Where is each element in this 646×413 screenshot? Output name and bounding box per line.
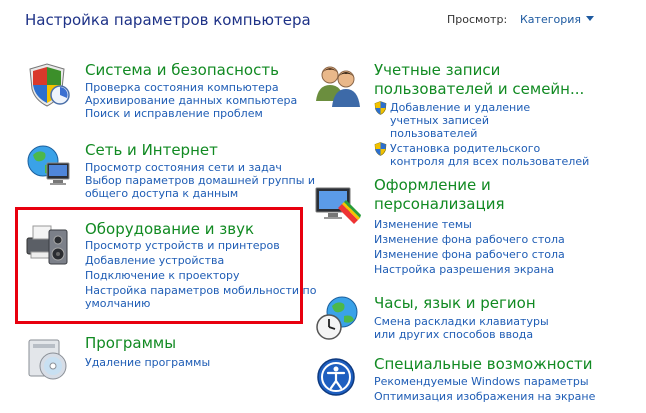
shield-security-icon[interactable]	[25, 61, 73, 109]
link-network-status[interactable]: Просмотр состояния сети и задач	[85, 161, 330, 174]
link-homegroup[interactable]: Выбор параметров домашней группы и общег…	[85, 174, 330, 200]
link-uninstall[interactable]: Удаление программы	[85, 356, 210, 369]
link-parental-control[interactable]: Установка родительского контроля для все…	[374, 142, 590, 168]
link-check-status[interactable]: Проверка состояния компьютера	[85, 81, 297, 94]
category-title[interactable]: Система и безопасность	[85, 61, 279, 80]
view-by-dropdown[interactable]: Категория	[520, 13, 594, 26]
category-title-line2: персонализация	[374, 195, 505, 213]
link-change-wallpaper-2[interactable]: Изменение фона рабочего стола	[374, 248, 565, 261]
link-change-theme[interactable]: Изменение темы	[374, 218, 565, 231]
uac-shield-icon	[374, 101, 387, 115]
category-title[interactable]: Специальные возможности	[374, 355, 592, 374]
link-resolution[interactable]: Настройка разрешения экрана	[374, 263, 565, 276]
monitor-palette-icon[interactable]	[314, 182, 362, 230]
view-by-label: Просмотр:	[447, 13, 508, 26]
category-title[interactable]: Программы	[85, 334, 176, 353]
dropdown-arrow-icon	[585, 16, 594, 21]
link-change-wallpaper[interactable]: Изменение фона рабочего стола	[374, 233, 565, 246]
view-by-value: Категория	[520, 13, 581, 26]
link-add-remove-accounts[interactable]: Добавление и удаление учетных записей по…	[374, 101, 590, 140]
category-title[interactable]: Часы, язык и регион	[374, 294, 536, 313]
page-title: Настройка параметров компьютера	[25, 11, 311, 29]
category-title-line1: Учетные записи	[374, 61, 501, 79]
clock-globe-icon[interactable]	[314, 294, 362, 342]
users-icon[interactable]	[314, 61, 362, 109]
category-title-line1: Оформление и	[374, 176, 491, 194]
uac-shield-icon	[374, 142, 387, 156]
link-text: Установка родительского контроля для все…	[390, 142, 590, 168]
highlight-box	[15, 207, 303, 324]
accessibility-icon[interactable]	[314, 355, 362, 403]
globe-network-icon[interactable]	[25, 141, 73, 189]
link-troubleshoot[interactable]: Поиск и исправление проблем	[85, 107, 297, 120]
category-title[interactable]: Учетные записи пользователей и семейн...	[374, 61, 584, 99]
link-optimize-display[interactable]: Оптимизация изображения на экране	[374, 390, 595, 403]
category-title[interactable]: Оформление и персонализация	[374, 176, 504, 214]
programs-disc-icon[interactable]	[25, 334, 73, 382]
category-title[interactable]: Сеть и Интернет	[85, 141, 218, 160]
category-title-line2: пользователей и семейн...	[374, 80, 585, 98]
link-backup[interactable]: Архивирование данных компьютера	[85, 94, 297, 107]
link-keyboard-layout[interactable]: Смена раскладки клавиатуры или других сп…	[374, 315, 569, 341]
link-text: Добавление и удаление учетных записей по…	[390, 101, 531, 140]
link-recommended-settings[interactable]: Рекомендуемые Windows параметры	[374, 375, 595, 388]
